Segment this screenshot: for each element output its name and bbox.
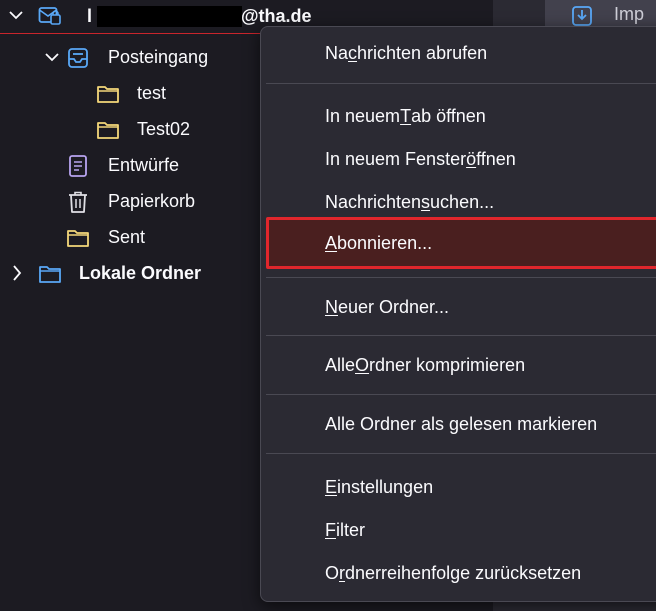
account-name-initial: l <box>87 6 93 26</box>
folder-icon <box>96 119 120 146</box>
menu-separator <box>266 453 656 454</box>
folder-label: Entwürfe <box>108 155 180 175</box>
menu-item-new-folder[interactable]: Neuer Ordner... <box>266 284 656 330</box>
chevron-down-icon[interactable] <box>8 6 24 31</box>
menu-item-subscribe[interactable]: Abonnieren... <box>266 217 656 269</box>
chevron-right-icon[interactable] <box>10 262 24 289</box>
folder-icon <box>96 83 120 110</box>
folder-test02[interactable]: Test02 <box>0 114 260 146</box>
inbox-icon <box>66 46 90 75</box>
folder-label: Test02 <box>137 119 191 139</box>
folder-label: Posteingang <box>108 47 209 67</box>
account-domain: @tha.de <box>241 6 312 26</box>
menu-item-open-new-window[interactable]: In neuem Fenster ö ffnen <box>266 136 656 182</box>
menu-separator <box>266 394 656 395</box>
trash-icon <box>67 190 89 219</box>
menu-item-mark-all-read[interactable]: Alle Ordner als gelesen markieren <box>266 401 656 447</box>
menu-item-get-messages[interactable]: Na c hrichten abrufen <box>266 30 656 76</box>
folder-icon <box>38 263 62 290</box>
folder-label: Papierkorb <box>108 191 196 211</box>
folder-label: Sent <box>108 227 146 247</box>
menu-item-compact-folders[interactable]: Alle Ordner komprimieren <box>266 342 656 388</box>
redaction-bar <box>97 6 242 27</box>
menu-item-open-new-tab[interactable]: In neuem Tab öffnen <box>266 93 656 139</box>
folder-drafts[interactable]: Entwürfe <box>0 150 260 182</box>
folder-icon <box>66 227 90 254</box>
folder-trash[interactable]: Papierkorb <box>0 186 260 218</box>
folder-local[interactable]: Lokale Ordner <box>0 258 260 290</box>
draft-icon <box>68 154 88 183</box>
menu-separator <box>266 83 656 84</box>
menu-item-reset-folder-order[interactable]: Or dnerreihenfolge zurücksetzen <box>266 550 656 596</box>
folder-label: test <box>137 83 167 103</box>
menu-item-filter[interactable]: Filter <box>266 507 656 553</box>
folder-label: Lokale Ordner <box>79 263 202 283</box>
context-menu: Na c hrichten abrufen In neuem Tab öffnen … <box>260 26 656 602</box>
folder-test[interactable]: test <box>0 78 260 110</box>
folder-sent[interactable]: Sent <box>0 222 260 254</box>
menu-separator <box>266 335 656 336</box>
folder-inbox[interactable]: Posteingang <box>0 42 260 74</box>
import-button-label: Imp <box>614 4 645 24</box>
menu-item-settings[interactable]: Einstellungen <box>266 464 656 510</box>
chevron-down-icon[interactable] <box>44 48 60 73</box>
menu-separator <box>266 277 656 278</box>
mail-account-icon <box>38 5 62 32</box>
